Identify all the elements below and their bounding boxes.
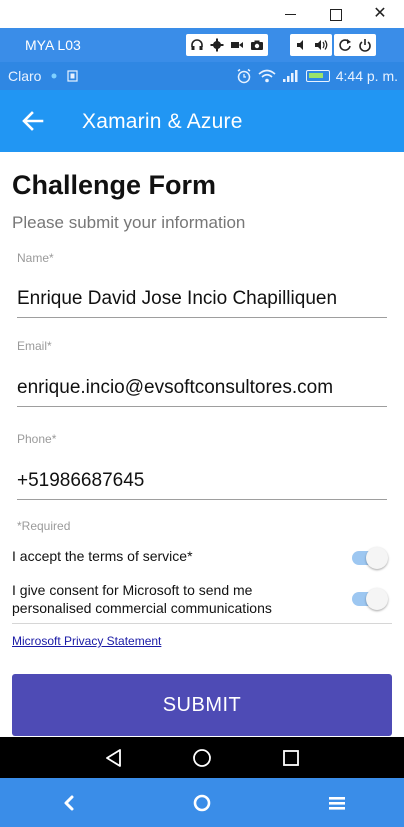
android-nav-bar [0,737,404,778]
back-arrow-icon[interactable] [18,106,48,136]
terms-switch-knob [366,547,388,569]
window-chrome: ✕ [0,0,404,28]
volume-group [290,34,332,56]
phone-field[interactable]: +51986687645 [17,470,387,500]
app-bar: Xamarin & Azure [0,90,404,152]
consent-row: I give consent for Microsoft to send me … [12,581,392,617]
volume-up-icon[interactable] [312,36,330,54]
app-title: Xamarin & Azure [82,110,243,133]
headphones-icon[interactable] [188,36,206,54]
power-group [334,34,376,56]
emulator-toolbar: MYA L03 [0,28,404,62]
rotate-icon[interactable] [336,36,354,54]
volume-down-icon[interactable] [292,36,310,54]
video-icon[interactable] [228,36,246,54]
consent-label: I give consent for Microsoft to send me … [12,582,272,616]
nav-back-icon[interactable] [103,747,125,769]
minimize-button[interactable] [280,4,300,24]
terms-row: I accept the terms of service* [12,547,392,569]
email-field[interactable]: enrique.incio@evsoftconsultores.com [17,377,387,407]
nav-recents-icon[interactable] [280,747,302,769]
carrier-name: Claro [8,68,42,84]
status-time: 4:44 p. m. [335,68,398,84]
required-note: *Required [17,519,71,533]
status-icons: 4:44 p. m. [236,68,398,84]
terms-switch[interactable] [352,547,388,569]
name-field[interactable]: Enrique David Jose Incio Chapilliquen [17,288,387,318]
phone-label: Phone* [17,432,57,446]
wifi-icon [258,69,276,83]
emulator-tools-group [186,34,268,56]
maximize-button[interactable] [325,4,345,24]
host-nav-bar [0,778,404,827]
name-label: Name* [17,251,54,265]
email-label: Email* [17,339,52,353]
chevron-left-icon[interactable] [57,791,81,815]
notification-icons [50,70,82,85]
terms-label: I accept the terms of service* [12,548,193,564]
battery-icon [305,70,330,82]
status-bar: Claro 4:44 p. m. [0,62,404,90]
nav-home-icon[interactable] [191,747,213,769]
menu-icon[interactable] [325,791,349,815]
form-subtitle: Please submit your information [12,213,246,232]
consent-switch[interactable] [352,588,388,610]
privacy-statement-link[interactable]: Microsoft Privacy Statement [12,634,161,648]
alarm-icon [237,68,251,84]
power-icon[interactable] [356,36,374,54]
divider [12,623,392,624]
close-button[interactable]: ✕ [370,4,390,24]
home-circle-icon[interactable] [190,791,214,815]
submit-button[interactable]: SUBMIT [12,674,392,736]
device-name: MYA L03 [25,37,81,53]
consent-switch-knob [366,588,388,610]
camera-icon[interactable] [248,36,266,54]
gear-icon[interactable] [208,36,226,54]
form-title: Challenge Form [12,170,217,200]
signal-icon [282,70,298,82]
